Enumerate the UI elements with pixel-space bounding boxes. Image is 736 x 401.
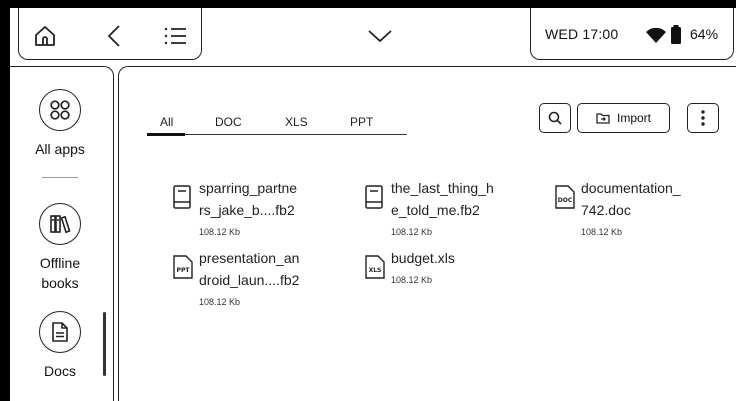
- file-size: 108.12 Kb: [199, 297, 241, 307]
- file-name: sparring_partne rs_jake_b....fb2: [199, 180, 298, 218]
- more-vertical-icon: [701, 110, 705, 126]
- tabs-baseline: [147, 134, 407, 135]
- file-name: documentation_ 742.doc: [581, 180, 681, 218]
- document-icon: [39, 311, 81, 353]
- file-size: 108.12 Kb: [581, 227, 623, 237]
- sidebar-item-label: Offline books: [39, 255, 81, 291]
- file-size: 108.12 Kb: [391, 227, 433, 237]
- file-name: the_last_thing_h e_told_me.fb2: [391, 180, 494, 218]
- tab-active-indicator: [147, 133, 185, 136]
- search-button[interactable]: [539, 103, 571, 133]
- doc-file-icon: DOC: [555, 185, 575, 209]
- sidebar-item-label: All apps: [35, 141, 85, 157]
- tab-doc[interactable]: DOC: [215, 115, 242, 129]
- file-item[interactable]: sparring_partne rs_jake_b....fb2 108.12 K…: [173, 177, 343, 237]
- svg-text:XLS: XLS: [369, 267, 382, 274]
- device-screen: WED 17:00 64% All apps Offline books Doc…: [10, 8, 736, 401]
- file-size: 108.12 Kb: [199, 227, 241, 237]
- sidebar: All apps Offline books Docs: [10, 66, 114, 401]
- books-icon: [39, 203, 81, 245]
- search-icon: [548, 111, 562, 125]
- book-file-icon: [365, 185, 383, 209]
- back-chevron-icon[interactable]: [102, 22, 126, 50]
- import-folder-icon: [596, 113, 610, 124]
- tab-all[interactable]: All: [160, 115, 173, 129]
- file-item[interactable]: PPT presentation_an droid_laun....fb2 108…: [173, 247, 343, 307]
- file-item[interactable]: DOC documentation_ 742.doc 108.12 Kb: [555, 177, 725, 237]
- svg-text:PPT: PPT: [177, 267, 191, 274]
- more-options-button[interactable]: [687, 103, 719, 133]
- book-file-icon: [173, 185, 191, 209]
- file-name: budget.xls: [391, 250, 455, 266]
- home-icon[interactable]: [30, 22, 60, 50]
- file-item[interactable]: XLS budget.xls 108.12 Kb: [365, 247, 535, 307]
- file-item[interactable]: the_last_thing_h e_told_me.fb2 108.12 Kb: [365, 177, 535, 237]
- sidebar-item-offline-books[interactable]: Offline books: [10, 203, 110, 293]
- menu-list-icon[interactable]: [160, 22, 190, 50]
- import-button-label: Import: [616, 111, 651, 125]
- wifi-icon: [646, 27, 666, 47]
- battery-icon: [670, 25, 682, 48]
- top-bar: WED 17:00 64%: [10, 8, 736, 66]
- sidebar-item-all-apps[interactable]: All apps: [10, 89, 110, 159]
- file-name: presentation_an droid_laun....fb2: [199, 250, 300, 288]
- file-size: 108.12 Kb: [391, 275, 433, 285]
- status-datetime: WED 17:00: [545, 26, 619, 42]
- sidebar-scrollbar[interactable]: [103, 312, 106, 376]
- sidebar-item-docs[interactable]: Docs: [10, 311, 110, 381]
- sidebar-item-label: Docs: [44, 363, 76, 379]
- svg-text:DOC: DOC: [558, 197, 573, 204]
- battery-percent: 64%: [690, 26, 719, 42]
- import-button[interactable]: Import: [577, 103, 670, 133]
- ppt-file-icon: PPT: [173, 255, 193, 279]
- file-browser-panel: All DOC XLS PPT Import sparring_partne r…: [118, 66, 736, 401]
- dropdown-chevron-icon[interactable]: [365, 24, 395, 48]
- apps-grid-icon: [39, 89, 81, 131]
- xls-file-icon: XLS: [365, 255, 385, 279]
- tab-xls[interactable]: XLS: [285, 115, 308, 129]
- tab-ppt[interactable]: PPT: [350, 115, 373, 129]
- sidebar-divider: [42, 177, 78, 178]
